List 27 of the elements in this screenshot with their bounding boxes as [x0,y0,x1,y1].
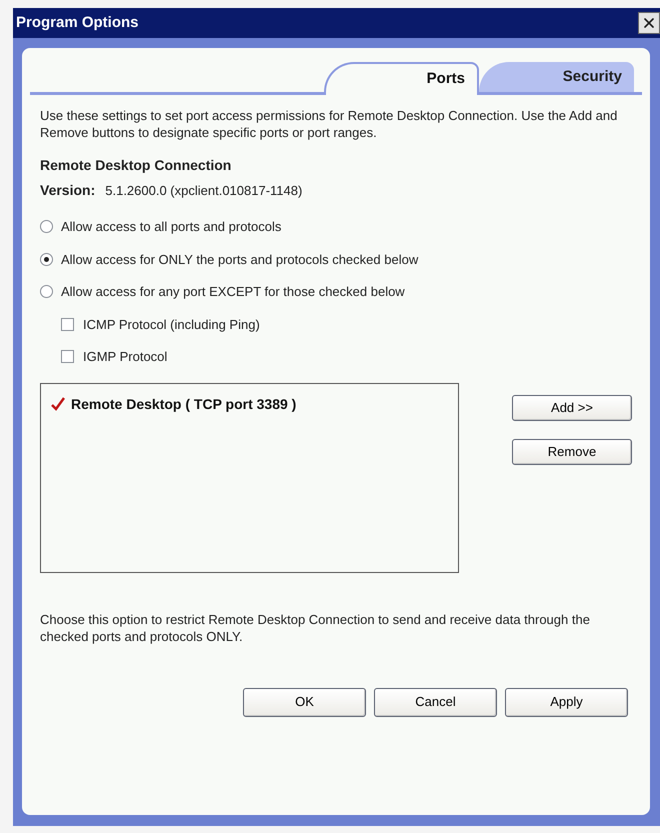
radio-label: Allow access for ONLY the ports and protocols checked below [61,250,418,269]
radio-label: Allow access for any port EXCEPT for those checked below [61,283,405,301]
radio-button[interactable] [40,252,53,266]
port-label: Remote Desktop ( TCP port 3389 ) [71,394,296,414]
program-name: Remote Desktop Connection [40,156,232,175]
tab[interactable]: Ports [324,62,479,95]
checkbox[interactable] [61,318,74,331]
radio-button[interactable] [40,285,53,298]
dialog-button[interactable]: Remove [512,438,632,464]
note-text: Choose this option to restrict Remote Desktop Connection to send and receive data through the checked ports and protocols ONLY. [40,610,591,644]
port-item[interactable]: Remote Desktop ( TCP port 3389 ) [51,394,448,414]
radio-label: Allow access to all ports and protocols [61,218,282,236]
checkbox-label: ICMP Protocol (including Ping) [83,316,260,334]
intro-text: Use these settings to set port access permissions for Remote Desktop Connection. Use the Add and Remove buttons to designate specific ports or port ranges. [40,107,618,141]
dialog-button[interactable]: Add >> [512,394,632,420]
dialog-button[interactable]: Cancel [374,688,497,716]
radio-button[interactable] [40,220,53,234]
dialog-button[interactable]: OK [243,688,366,716]
tab[interactable]: Security [479,62,634,92]
dialog-button[interactable]: Apply [505,688,628,716]
version-text: 5.1.2600.0 (xpclient.010817-1148) [105,182,302,200]
close-icon [641,15,657,31]
checkbox-label: IGMP Protocol [83,348,168,366]
close-button[interactable] [638,12,660,34]
checkbox[interactable] [61,350,74,364]
window-title: Program Options [16,12,139,33]
version-label: Version: [40,181,96,200]
